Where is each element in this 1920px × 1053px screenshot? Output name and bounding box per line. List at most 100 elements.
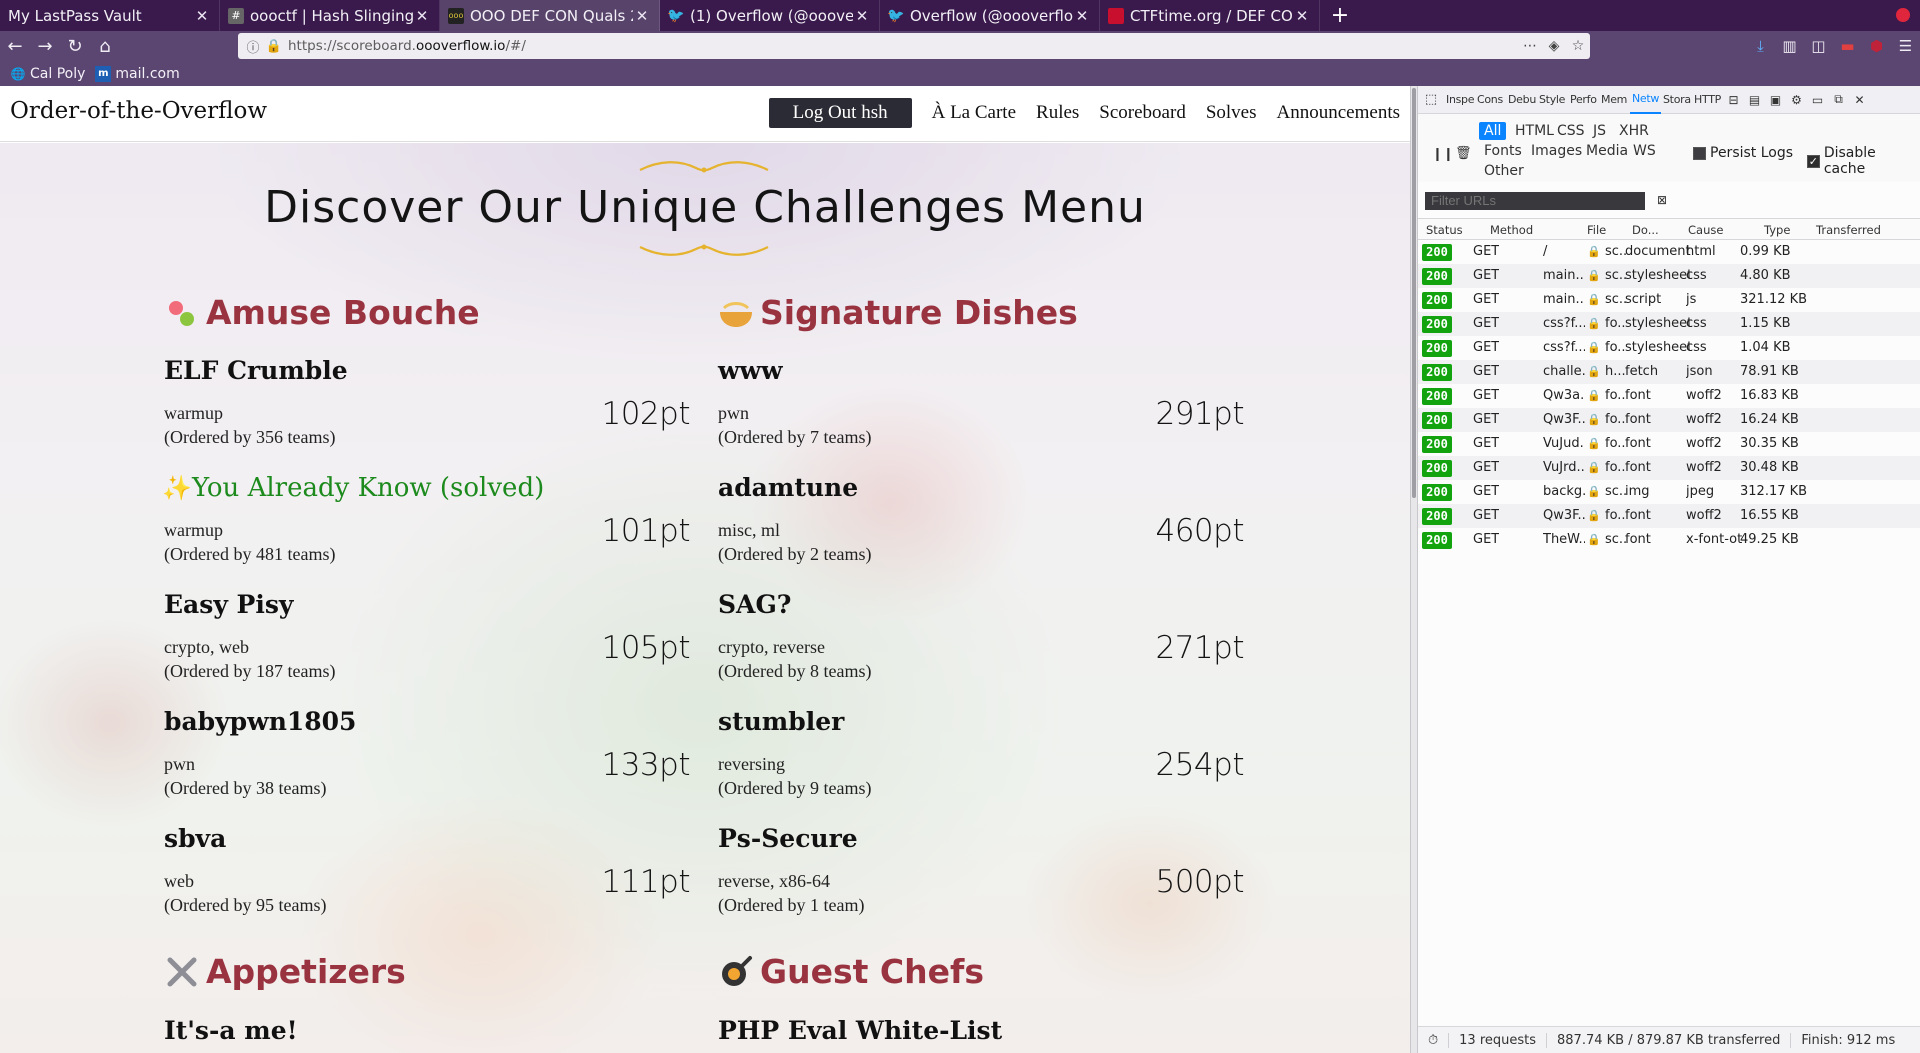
filter-media[interactable]: Media <box>1581 142 1633 160</box>
filter-urls-input[interactable] <box>1425 192 1645 210</box>
challenge-card[interactable]: SAG? crypto, reverse (Ordered by 8 teams… <box>718 590 1244 707</box>
nav-rules[interactable]: Rules <box>1036 102 1079 124</box>
reload-icon[interactable]: ↻ <box>60 31 90 61</box>
challenge-card[interactable]: ELF Crumble warmup (Ordered by 356 teams… <box>164 356 690 473</box>
challenge-card[interactable]: stumbler reversing (Ordered by 9 teams) … <box>718 707 1244 824</box>
forward-arrow-icon[interactable]: → <box>30 31 60 61</box>
tab-storage[interactable]: Stora <box>1661 93 1692 106</box>
close-icon[interactable]: ✕ <box>1849 93 1870 107</box>
challenge-name[interactable]: PHP Eval White-List <box>718 1016 1002 1045</box>
tab-inspector[interactable]: Inspe <box>1444 93 1475 106</box>
scrollbar-thumb[interactable] <box>1412 88 1416 498</box>
nav-a-la-carte[interactable]: À La Carte <box>932 102 1016 124</box>
table-row[interactable]: 200 🔒 GET Qw3F... fo...font woff2 16.55 KB <box>1418 504 1920 528</box>
table-row[interactable]: 200 🔒 GET main.... sc...stylesheetcss 4.80 KB <box>1418 264 1920 288</box>
back-arrow-icon[interactable]: ← <box>0 31 30 61</box>
trash-icon[interactable]: 🗑 <box>1455 146 1472 161</box>
table-row[interactable]: 200 🔒 GET Qw3F... fo...font woff2 16.24 KB <box>1418 408 1920 432</box>
tab-style-editor[interactable]: Style <box>1537 93 1568 106</box>
bookmark-cal-poly[interactable]: 🌐 Cal Poly <box>10 66 86 82</box>
browser-tab-oooctf[interactable]: # oooctf | Hash Slinging Sl ✕ <box>220 0 440 31</box>
pause-icon[interactable]: ❙❙ <box>1432 147 1454 162</box>
challenge-card[interactable]: babypwn1805 pwn (Ordered by 38 teams) 13… <box>164 707 690 824</box>
more-dots-icon[interactable]: ⋯ <box>1518 38 1542 54</box>
nav-scoreboard[interactable]: Scoreboard <box>1099 102 1186 124</box>
column-transferred[interactable]: Transferred <box>1816 223 1881 237</box>
table-row[interactable]: 200 🔒 GET css?f... fo...stylesheetcss 1.04 KB <box>1418 336 1920 360</box>
challenge-card[interactable]: adamtune misc, ml (Ordered by 2 teams) 4… <box>718 473 1244 590</box>
table-row[interactable]: 200 🔒 GET / sc...documenthtml 0.99 KB <box>1418 240 1920 264</box>
sidebar-icon[interactable]: ◫ <box>1804 37 1833 55</box>
logout-button[interactable]: Log Out hsh <box>768 98 912 128</box>
download-icon[interactable]: ⤓ <box>1746 37 1775 55</box>
browser-tab-lastpass[interactable]: My LastPass Vault ✕ <box>0 0 220 31</box>
challenge-card[interactable]: sbva web (Ordered by 95 teams) 111pt <box>164 824 690 941</box>
filter-xhr[interactable]: XHR <box>1614 122 1654 140</box>
filter-other[interactable]: Other <box>1479 162 1529 180</box>
pocket-icon[interactable]: ◈ <box>1542 38 1566 54</box>
column-domain[interactable]: Do... <box>1632 223 1659 237</box>
column-cause[interactable]: Cause <box>1688 223 1723 237</box>
nav-announcements[interactable]: Announcements <box>1277 102 1400 124</box>
filter-fonts[interactable]: Fonts <box>1479 142 1527 160</box>
challenge-card[interactable]: ✨ You Already Know (solved) warmup (Orde… <box>162 473 690 590</box>
table-row[interactable]: 200 🔒 GET main.... sc...script js 321.12 KB <box>1418 288 1920 312</box>
split-console-icon[interactable]: ⊟ <box>1723 93 1744 107</box>
tab-debugger[interactable]: Debu <box>1506 93 1537 106</box>
filter-css[interactable]: CSS <box>1552 122 1590 140</box>
tab-network[interactable]: Netw <box>1630 86 1661 114</box>
table-row[interactable]: 200 🔒 GET VuJrd... fo...font woff2 30.48 KB <box>1418 456 1920 480</box>
lastpass-icon[interactable]: ▬ <box>1833 37 1862 55</box>
clear-filter-icon[interactable]: ⊠ <box>1657 193 1667 207</box>
hamburger-menu-icon[interactable]: ☰ <box>1891 37 1920 55</box>
tab-close-icon[interactable]: ✕ <box>193 7 211 25</box>
tab-console[interactable]: Cons <box>1475 93 1506 106</box>
page-scrollbar[interactable] <box>1410 86 1418 1053</box>
tab-performance[interactable]: Perfo <box>1568 93 1599 106</box>
gear-icon[interactable]: ⚙ <box>1786 93 1807 107</box>
url-text[interactable]: https://scoreboard.oooverflow.io/#/ <box>284 38 1518 54</box>
ublock-icon[interactable]: ⬢ <box>1862 37 1891 55</box>
tab-memory[interactable]: Mem <box>1599 93 1630 106</box>
column-method[interactable]: Method <box>1490 223 1533 237</box>
tab-close-icon[interactable]: ✕ <box>633 7 651 25</box>
filter-images[interactable]: Images <box>1526 142 1587 160</box>
element-picker-icon[interactable]: ⬚ <box>1418 92 1444 107</box>
tab-http[interactable]: HTTP <box>1692 93 1723 106</box>
browser-tab-twitter-2[interactable]: 🐦 Overflow (@oooverflow) ✕ <box>880 0 1100 31</box>
filter-all[interactable]: All <box>1479 122 1507 140</box>
new-tab-button[interactable]: + <box>1320 0 1360 31</box>
table-row[interactable]: 200 🔒 GET VuJud... fo...font woff2 30.35 KB <box>1418 432 1920 456</box>
column-status[interactable]: Status <box>1426 223 1463 237</box>
screenshot-icon[interactable]: ▣ <box>1765 93 1786 107</box>
bookmark-star-icon[interactable]: ☆ <box>1566 38 1590 54</box>
tab-close-icon[interactable]: ✕ <box>1073 7 1091 25</box>
table-row[interactable]: 200 🔒 GET Qw3a... fo...font woff2 16.83 KB <box>1418 384 1920 408</box>
filter-ws[interactable]: WS <box>1628 142 1661 160</box>
table-row[interactable]: 200 🔒 GET challe... h...fetch json 78.91 KB <box>1418 360 1920 384</box>
performance-icon[interactable]: ⏱ <box>1418 1032 1450 1048</box>
persist-logs-checkbox[interactable]: Persist Logs <box>1693 145 1793 161</box>
filter-js[interactable]: JS <box>1588 122 1611 140</box>
tab-close-icon[interactable]: ✕ <box>1293 7 1311 25</box>
bookmark-mail[interactable]: m mail.com <box>95 65 180 82</box>
frame-select-icon[interactable]: ▤ <box>1744 93 1765 107</box>
nav-solves[interactable]: Solves <box>1206 102 1257 124</box>
tab-close-icon[interactable]: ✕ <box>853 7 871 25</box>
challenge-card[interactable]: www pwn (Ordered by 7 teams) 291pt <box>718 356 1244 473</box>
info-icon[interactable]: ⓘ <box>242 37 264 56</box>
disable-cache-checkbox[interactable]: ✓ Disable cache <box>1807 145 1920 177</box>
column-file[interactable]: File <box>1587 223 1606 237</box>
browser-tab-quals[interactable]: ooo OOO DEF CON Quals 20 ✕ <box>440 0 660 31</box>
table-row[interactable]: 200 🔒 GET backg... sc...img jpeg 312.17 KB <box>1418 480 1920 504</box>
challenge-card[interactable]: Easy Pisy crypto, web (Ordered by 187 te… <box>164 590 690 707</box>
undock-icon[interactable]: ⧉ <box>1828 92 1849 107</box>
table-row[interactable]: 200 🔒 GET css?f... fo...stylesheetcss 1.15 KB <box>1418 312 1920 336</box>
url-bar[interactable]: ⓘ 🔒 https://scoreboard.oooverflow.io/#/ … <box>238 33 1590 59</box>
challenge-name[interactable]: It's-a me! <box>164 1016 298 1045</box>
table-row[interactable]: 200 🔒 GET TheW... sc...font x-font-otf49.25 K… <box>1418 528 1920 552</box>
tab-close-icon[interactable]: ✕ <box>413 7 431 25</box>
challenge-card[interactable]: Ps-Secure reverse, x86-64 (Ordered by 1 … <box>718 824 1244 941</box>
home-icon[interactable]: ⌂ <box>90 31 120 61</box>
site-logo[interactable]: Order-of-the-Overflow <box>10 98 267 124</box>
